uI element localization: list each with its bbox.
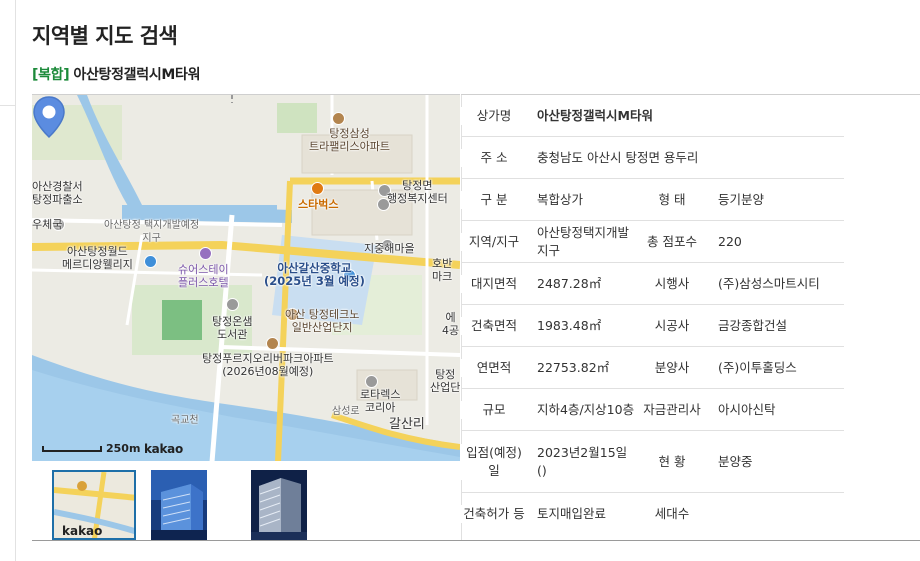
label-fund-manager: 자금관리사 <box>636 400 708 419</box>
hotel-icon <box>199 247 212 260</box>
value-building-area: 1983.48㎡ <box>537 317 602 333</box>
thumbnail-map[interactable]: kakao <box>52 470 136 540</box>
map-view[interactable]: 아산경찰서 탕정파출소 우체국 아산탕정 택지개발예정 지구 아산탕정월드 메르… <box>32 94 460 461</box>
table-row: 건축면적 1983.48㎡ 시공사 금강종합건설 <box>461 305 844 347</box>
value-zone: 아산탕정택지개발지구 <box>537 224 630 258</box>
label-scale: 규모 <box>461 400 527 419</box>
label-zone: 지역/지구 <box>461 232 527 251</box>
map-label-hobeon: 호반 마크 <box>432 257 453 283</box>
property-heading: [복합] 아산탕정갤럭시M타워 <box>32 64 201 84</box>
label-type: 구 분 <box>461 190 527 209</box>
map-label-police: 아산경찰서 탕정파출소 <box>32 180 83 206</box>
value-move-in-date: 2023년2월15일() <box>537 444 628 478</box>
label-form: 형 태 <box>636 190 708 209</box>
map-label-starbucks: 스타벅스 <box>298 198 339 211</box>
map-label-lotte: 로타렉스 코리아 <box>360 388 401 414</box>
building-icon <box>144 255 157 268</box>
label-site-area: 대지면적 <box>461 274 527 293</box>
cafe-icon <box>311 182 324 195</box>
label-address: 주 소 <box>461 148 527 167</box>
table-row: 구 분 복합상가 형 태 등기분양 <box>461 179 844 221</box>
value-sales-agent: (주)이투홀딩스 <box>718 359 797 375</box>
label-developer: 시행사 <box>636 274 708 293</box>
map-label-e4: 에 4공 <box>442 311 460 337</box>
value-fund-manager: 아시아신탁 <box>718 401 776 417</box>
thumbnail-building-2[interactable] <box>251 470 307 540</box>
value-form: 등기분양 <box>718 191 765 207</box>
label-store-name: 상가명 <box>461 106 527 125</box>
value-store-name: 아산탕정갤럭시M타워 <box>537 107 653 123</box>
table-row: 상가명 아산탕정갤럭시M타워 <box>461 95 844 137</box>
table-row: 대지면적 2487.28㎡ 시행사 (주)삼성스마트시티 <box>461 263 844 305</box>
page-title: 지역별 지도 검색 <box>32 24 178 48</box>
map-label-post-office: 우체국 <box>32 218 63 231</box>
map-label-admin-center: 탕정면 행정복지센터 <box>387 179 448 205</box>
thumbnail-kakao-logo: kakao <box>62 524 103 538</box>
label-households: 세대수 <box>636 505 708 523</box>
map-label-gokgyo: 곡교천 <box>171 415 199 426</box>
value-developer: (주)삼성스마트시티 <box>718 275 820 291</box>
value-store-count: 220 <box>718 233 742 249</box>
table-row: 주 소 충청남도 아산시 탕정면 용두리 <box>461 137 844 179</box>
value-total-floor-area: 22753.82㎡ <box>537 359 610 375</box>
table-row: 규모 지하4층/지상10층 자금관리사 아시아신탁 <box>461 389 844 431</box>
label-building-area: 건축면적 <box>461 316 527 335</box>
building-render-image <box>251 470 307 540</box>
label-constructor: 시공사 <box>636 316 708 335</box>
map-label-school: 아산갈산중학교 (2025년 3월 예정) <box>264 261 365 288</box>
location-pin-icon[interactable] <box>32 95 66 139</box>
property-name: 아산탕정갤럭시M타워 <box>73 67 201 83</box>
property-category: [복합] <box>32 67 70 83</box>
value-status: 분양중 <box>718 453 753 469</box>
value-type: 복합상가 <box>537 191 584 207</box>
value-scale: 지하4층/지상10층 <box>537 401 635 417</box>
map-label-galsan: 갈산리 <box>389 417 425 432</box>
table-row: 입점(예정)일 2023년2월15일() 현 황 분양중 <box>461 431 844 493</box>
scale-label: 250m <box>106 442 141 455</box>
left-rule <box>15 0 16 561</box>
value-site-area: 2487.28㎡ <box>537 275 602 291</box>
map-label-samsung-apt: 탕정삼성 트라팰리스아파트 <box>309 127 390 153</box>
map-label-library: 탕정온샘 도서관 <box>212 315 253 341</box>
table-row: 연면적 22753.82㎡ 분양사 (주)이투홀딩스 <box>461 347 844 389</box>
kakao-logo: kakao <box>144 442 183 456</box>
value-permit: 토지매입완료 <box>537 506 607 521</box>
left-rule-tick <box>0 105 15 106</box>
map-label-hotel: 슈어스테이 플러스호텔 <box>178 263 229 289</box>
value-constructor: 금강종합건설 <box>718 317 788 333</box>
map-label-jijunghae: 지중해마을 <box>364 242 415 255</box>
table-row: 지역/지구 아산탕정택지개발지구 총 점포수 220 <box>461 221 844 263</box>
library-icon <box>226 298 239 311</box>
map-label-prugio: 탕정푸르지오리버파크아파트 (2026년08월예정) <box>202 352 334 378</box>
scale-bar <box>42 446 102 452</box>
map-label-techno-complex: 아산 탕정테크노 일반산업단지 <box>285 308 360 334</box>
property-info-table: 상가명 아산탕정갤럭시M타워 주 소 충청남도 아산시 탕정면 용두리 구 분 … <box>461 94 920 541</box>
label-total-floor-area: 연면적 <box>461 358 527 377</box>
label-move-in-date: 입점(예정)일 <box>461 443 527 480</box>
table-row: 건축허가 등 토지매입완료 세대수 <box>461 493 844 535</box>
map-label-world-meridian: 아산탕정월드 메르디앙웰리지 <box>62 245 133 271</box>
map-label-samseong-road: 삼성로 <box>332 406 360 417</box>
label-store-count: 총 점포수 <box>636 232 708 251</box>
value-address: 충청남도 아산시 탕정면 용두리 <box>537 149 699 165</box>
label-sales-agent: 분양사 <box>636 358 708 377</box>
bottom-rule <box>32 540 920 541</box>
apartment-icon <box>266 337 279 350</box>
building-render-image <box>151 470 207 540</box>
map-scale: 250m <box>42 442 140 455</box>
factory-icon <box>365 375 378 388</box>
label-status: 현 황 <box>636 452 708 471</box>
map-label-tangjeong-industrial: 탕정 산업단 <box>430 368 460 394</box>
thumbnail-building-1[interactable] <box>151 470 207 540</box>
label-permit: 건축허가 등 <box>461 505 527 523</box>
apartment-icon <box>332 112 345 125</box>
map-label-district: 아산탕정 택지개발예정 지구 <box>104 220 200 244</box>
